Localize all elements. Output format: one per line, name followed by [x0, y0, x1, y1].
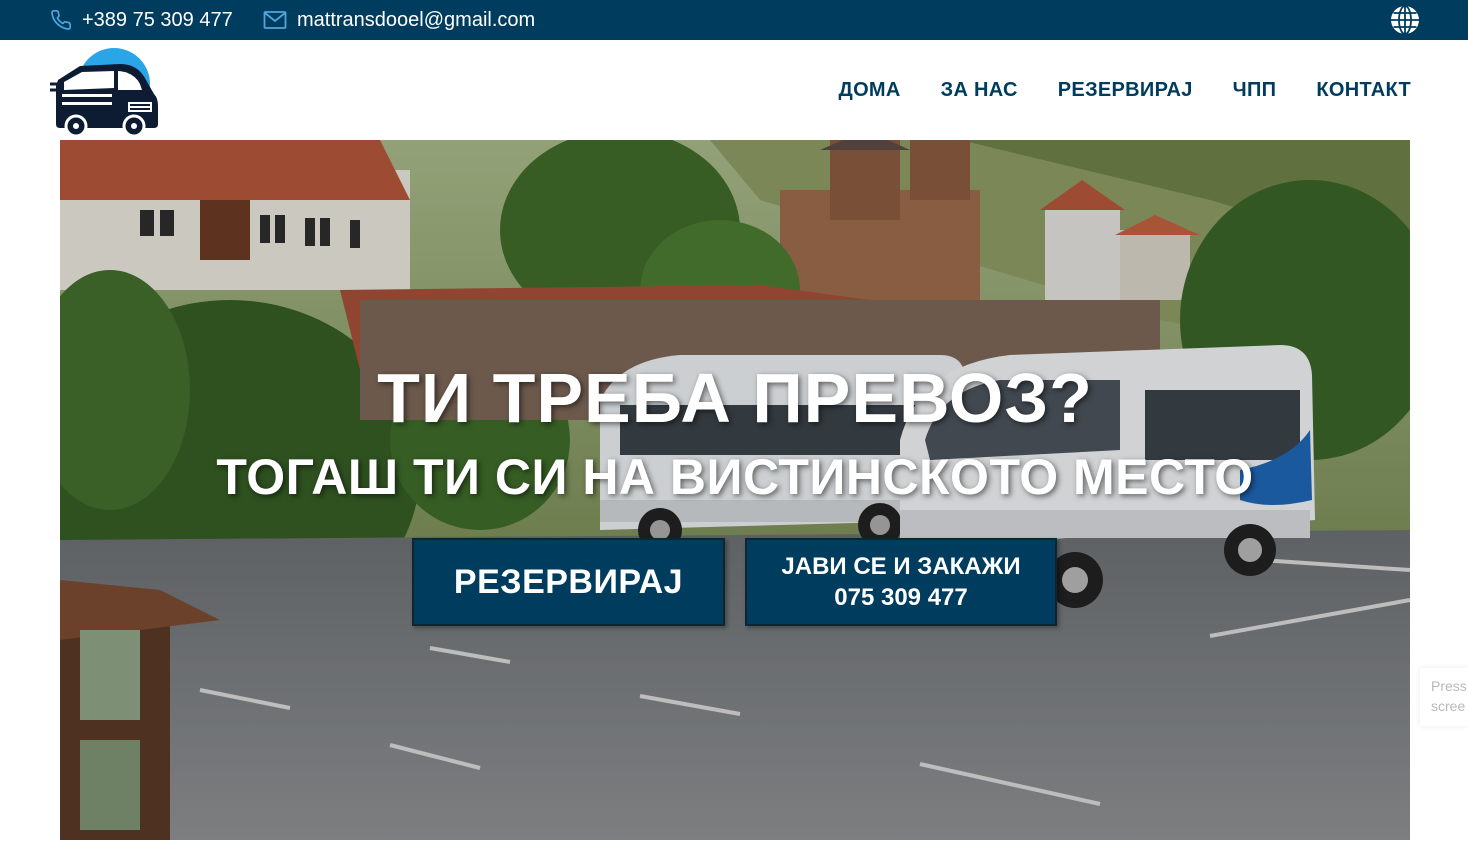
side-widget-line1: Press [1431, 678, 1467, 694]
reserve-button[interactable]: РЕЗЕРВИРАЈ [412, 538, 725, 626]
main-nav: ДОМА ЗА НАС РЕЗЕРВИРАЈ ЧПП КОНТАКТ [799, 40, 1411, 140]
call-to-book-button[interactable]: ЈАВИ СЕ И ЗАКАЖИ 075 309 477 [745, 538, 1057, 626]
nav-about[interactable]: ЗА НАС [941, 79, 1018, 102]
email-address: mattransdooel@gmail.com [297, 8, 536, 31]
call-button-phone: 075 309 477 [834, 584, 968, 611]
call-button-line1: ЈАВИ СЕ И ЗАКАЖИ [781, 553, 1021, 580]
nav-reserve[interactable]: РЕЗЕРВИРАЈ [1058, 79, 1193, 102]
top-bar: +389 75 309 477 mattransdooel@gmail.com [0, 0, 1468, 40]
phone-icon [51, 10, 71, 30]
side-widget-line2: scree [1431, 698, 1466, 714]
van-logo[interactable] [50, 44, 162, 138]
nav-faq[interactable]: ЧПП [1233, 79, 1277, 102]
hero-banner: ТИ ТРЕБА ПРЕВОЗ? ТОГАШ ТИ СИ НА ВИСТИНСК… [60, 140, 1410, 840]
phone-number: +389 75 309 477 [82, 8, 233, 31]
site-header: ДОМА ЗА НАС РЕЗЕРВИРАЈ ЧПП КОНТАКТ [0, 40, 1468, 140]
email-link[interactable]: mattransdooel@gmail.com [263, 0, 535, 40]
nav-home[interactable]: ДОМА [839, 79, 901, 102]
hero-subheadline: ТОГАШ ТИ СИ НА ВИСТИНСКОТО МЕСТО [216, 449, 1254, 505]
envelope-icon [263, 11, 287, 29]
globe-icon[interactable] [1389, 4, 1421, 36]
hero-headline: ТИ ТРЕБА ПРЕВОЗ? [377, 359, 1093, 437]
phone-link[interactable]: +389 75 309 477 [50, 0, 233, 40]
nav-contact[interactable]: КОНТАКТ [1316, 79, 1411, 102]
side-widget[interactable]: Press scree [1420, 668, 1468, 726]
reserve-button-label: РЕЗЕРВИРАЈ [453, 562, 684, 601]
